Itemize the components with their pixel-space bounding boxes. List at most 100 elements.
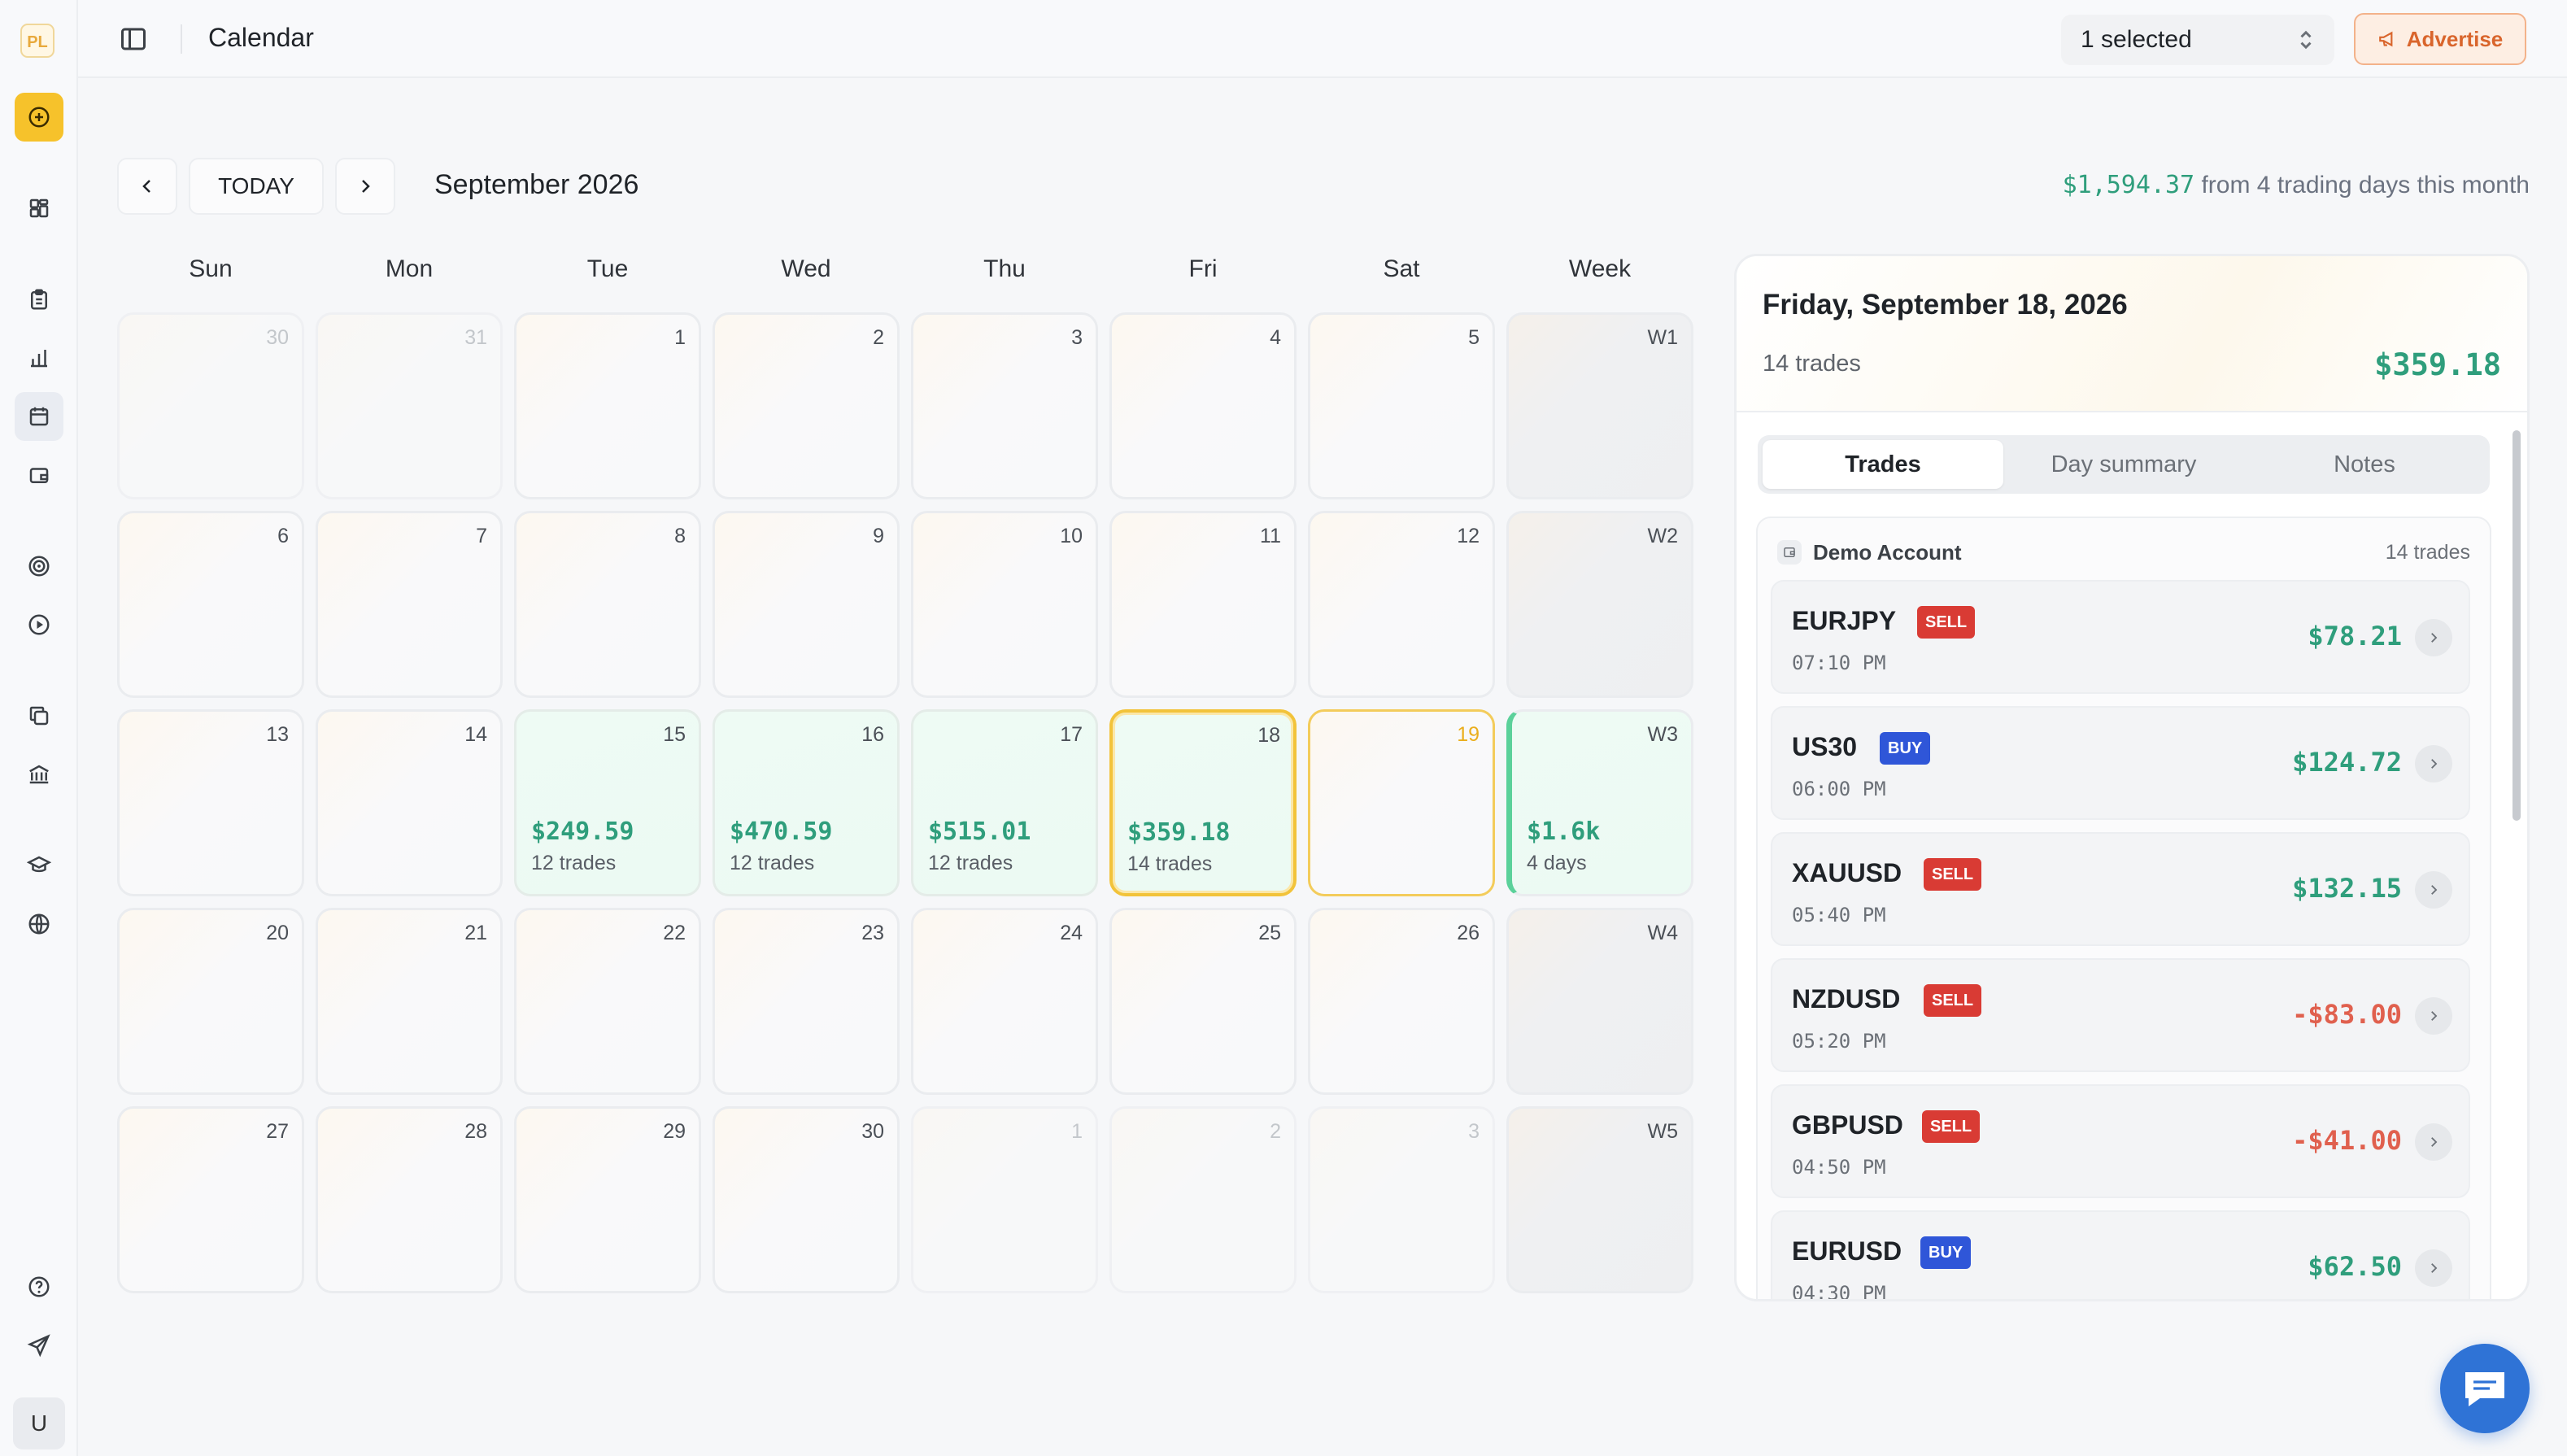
calendar-day[interactable]: 31 (316, 312, 503, 499)
calendar-day[interactable]: 10 (911, 511, 1098, 698)
calendar-day[interactable]: 3 (1308, 1106, 1495, 1293)
app-logo[interactable]: PL (20, 23, 55, 59)
day-number: 7 (476, 525, 487, 547)
calendar-day[interactable]: 6 (117, 511, 304, 698)
trade-open-button[interactable] (2415, 619, 2452, 656)
calendar-day[interactable]: 8 (514, 511, 701, 698)
trade-row[interactable]: XAUUSD SELL 05:40 PM $132.15 (1771, 832, 2470, 946)
calendar-day[interactable]: 22 (514, 908, 701, 1095)
day-number: 5 (1468, 326, 1480, 349)
trade-pnl: $132.15 (2292, 873, 2402, 904)
calendar-day[interactable]: 1 (514, 312, 701, 499)
advertise-button[interactable]: Advertise (2354, 13, 2526, 65)
trade-side-badge: SELL (1917, 606, 1976, 639)
sidebar-item-dashboard[interactable] (15, 184, 63, 233)
detail-tabs: Trades Day summary Notes (1758, 435, 2490, 494)
panel-scrollbar[interactable] (2511, 419, 2522, 1289)
next-month-button[interactable] (335, 158, 395, 215)
send-icon (27, 1334, 50, 1358)
calendar-day[interactable]: 30 (713, 1106, 900, 1293)
calendar-day[interactable]: 12 (1308, 511, 1495, 698)
week-summary[interactable]: W4 (1506, 908, 1693, 1095)
trade-row[interactable]: EURUSD BUY 04:30 PM $62.50 (1771, 1210, 2470, 1299)
user-avatar[interactable]: U (13, 1397, 65, 1449)
calendar-day[interactable]: 18 $359.18 14 trades (1109, 709, 1297, 896)
calendar-day[interactable]: 29 (514, 1106, 701, 1293)
new-trade-button[interactable] (15, 93, 63, 142)
day-number: 26 (1457, 922, 1480, 944)
calendar-day[interactable]: 15 $249.59 12 trades (514, 709, 701, 896)
calendar-day[interactable]: 17 $515.01 12 trades (911, 709, 1098, 896)
scrollbar-thumb[interactable] (2513, 430, 2521, 821)
calendar-day[interactable]: 13 (117, 709, 304, 896)
account-select[interactable]: 1 selected (2061, 15, 2334, 65)
day-detail-panel: Friday, September 18, 2026 14 trades $35… (1734, 254, 2530, 1301)
calendar-day[interactable]: 1 (911, 1106, 1098, 1293)
calendar-day[interactable]: 14 (316, 709, 503, 896)
trade-time: 05:40 PM (1792, 904, 1886, 926)
calendar-day[interactable]: 11 (1109, 511, 1297, 698)
trade-row[interactable]: GBPUSD SELL 04:50 PM -$41.00 (1771, 1084, 2470, 1198)
calendar-day[interactable]: 20 (117, 908, 304, 1095)
chat-button[interactable] (2440, 1344, 2530, 1433)
calendar-day[interactable]: 2 (1109, 1106, 1297, 1293)
selected-date: Friday, September 18, 2026 (1763, 289, 2128, 320)
calendar-day[interactable]: 26 (1308, 908, 1495, 1095)
advertise-label: Advertise (2406, 26, 2504, 51)
calendar-day[interactable]: 23 (713, 908, 900, 1095)
feedback-button[interactable] (15, 1321, 63, 1370)
calendar-day[interactable]: 16 $470.59 12 trades (713, 709, 900, 896)
chevron-updown-icon (2300, 30, 2312, 50)
trade-row[interactable]: US30 BUY 06:00 PM $124.72 (1771, 706, 2470, 820)
calendar-day[interactable]: 4 (1109, 312, 1297, 499)
week-summary[interactable]: W1 (1506, 312, 1693, 499)
today-button[interactable]: TODAY (189, 158, 324, 215)
sidebar-item-community[interactable] (15, 900, 63, 948)
day-number: 10 (1060, 525, 1083, 547)
sidebar-toggle-icon[interactable] (119, 24, 148, 54)
calendar-day[interactable]: 24 (911, 908, 1098, 1095)
trade-side-badge: BUY (1880, 732, 1931, 765)
tab-notes[interactable]: Notes (2244, 440, 2485, 489)
sidebar-item-accounts[interactable] (15, 451, 63, 499)
week-summary[interactable]: W5 (1506, 1106, 1693, 1293)
account-group: Demo Account 14 trades EURJPY SELL 07:10 P… (1756, 517, 2491, 1299)
sidebar-item-copy[interactable] (15, 691, 63, 740)
trade-open-button[interactable] (2415, 997, 2452, 1035)
help-button[interactable] (15, 1262, 63, 1311)
sidebar-item-journal[interactable] (15, 275, 63, 324)
calendar-day[interactable]: 30 (117, 312, 304, 499)
week-summary[interactable]: W3 $1.6k 4 days (1506, 709, 1693, 896)
sidebar-item-replay[interactable] (15, 600, 63, 649)
calendar-day[interactable]: 2 (713, 312, 900, 499)
trade-row[interactable]: NZDUSD SELL 05:20 PM -$83.00 (1771, 958, 2470, 1072)
calendar-day[interactable]: 7 (316, 511, 503, 698)
tab-trades[interactable]: Trades (1763, 440, 2003, 489)
calendar-day[interactable]: 28 (316, 1106, 503, 1293)
calendar-day[interactable]: 5 (1308, 312, 1495, 499)
calendar-day[interactable]: 27 (117, 1106, 304, 1293)
trade-pnl: -$41.00 (2292, 1125, 2402, 1156)
trade-symbol: NZDUSD (1792, 984, 1901, 1014)
sidebar-item-brokers[interactable] (15, 750, 63, 799)
trade-open-button[interactable] (2415, 745, 2452, 782)
prev-month-button[interactable] (117, 158, 177, 215)
calendar-day[interactable]: 19 (1308, 709, 1495, 896)
day-trade-count: 12 trades (928, 852, 1013, 874)
tab-day-summary[interactable]: Day summary (2003, 440, 2244, 489)
calendar-day[interactable]: 21 (316, 908, 503, 1095)
sidebar-item-learn[interactable] (15, 841, 63, 890)
calendar-day[interactable]: 25 (1109, 908, 1297, 1095)
sidebar-item-reports[interactable] (15, 333, 63, 382)
trade-open-button[interactable] (2415, 1123, 2452, 1161)
week-summary[interactable]: W2 (1506, 511, 1693, 698)
trade-open-button[interactable] (2415, 1249, 2452, 1287)
trade-open-button[interactable] (2415, 871, 2452, 909)
calendar-day[interactable]: 3 (911, 312, 1098, 499)
sidebar-item-goals[interactable] (15, 542, 63, 591)
sidebar: PL U (0, 0, 78, 1456)
sidebar-item-calendar[interactable] (15, 392, 63, 441)
trade-row[interactable]: EURJPY SELL 07:10 PM $78.21 (1771, 580, 2470, 694)
calendar-day[interactable]: 9 (713, 511, 900, 698)
month-summary-amount: $1,594.37 (2062, 171, 2195, 199)
